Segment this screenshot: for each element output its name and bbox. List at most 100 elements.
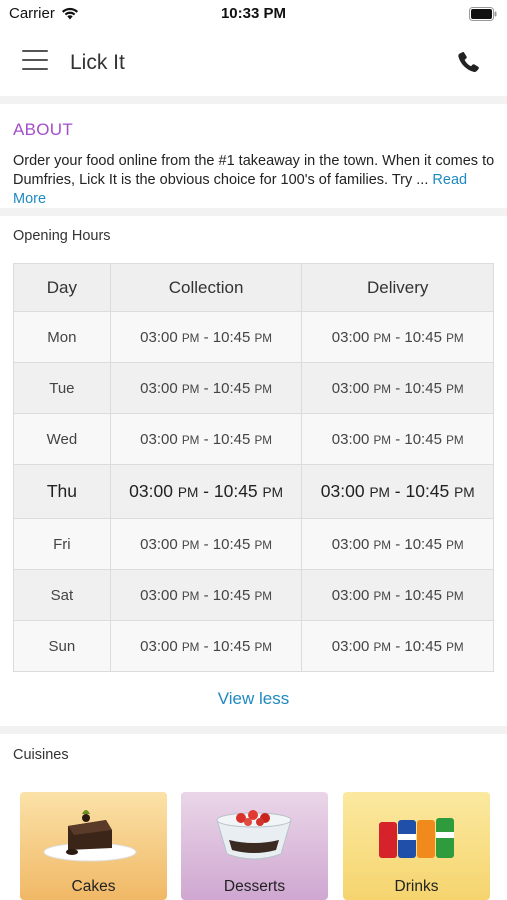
soda-cans-icon — [379, 818, 454, 858]
delivery-cell: 03:00 PM - 10:45 PM — [301, 518, 494, 570]
delivery-open-time: 03:00 — [331, 379, 370, 397]
collection-close-ampm: PM — [254, 382, 273, 396]
collection-close-ampm: PM — [254, 331, 273, 345]
day-cell: Wed — [13, 413, 111, 465]
menu-icon[interactable] — [22, 50, 48, 72]
delivery-open-ampm: PM — [373, 640, 392, 654]
collection-open-ampm: PM — [181, 589, 200, 603]
delivery-close-time: 10:45 — [404, 586, 442, 604]
delivery-close-time: 10:45 — [404, 535, 442, 553]
collection-close-time: 10:45 — [212, 535, 251, 553]
about-text: Order your food online from the #1 takea… — [13, 153, 495, 188]
about-heading: ABOUT — [13, 120, 74, 139]
collection-open-time: 03:00 — [140, 637, 178, 655]
day-cell: Thu — [13, 464, 111, 519]
app-title: Lick It — [70, 51, 125, 74]
delivery-open-time: 03:00 — [331, 637, 370, 655]
view-less-link[interactable]: View less — [0, 689, 507, 709]
collection-close-time: 10:45 — [212, 637, 251, 655]
opening-hours-heading: Opening Hours — [13, 228, 111, 244]
delivery-open-ampm: PM — [369, 485, 390, 500]
cake-icon — [43, 810, 137, 862]
collection-close-time: 10:45 — [213, 481, 258, 501]
collection-close-ampm: PM — [254, 640, 273, 654]
collection-close-time: 10:45 — [212, 586, 251, 604]
column-header-delivery: Delivery — [301, 263, 494, 312]
table-row: Sat 03:00 PM - 10:45 PM 03:00 PM - 10:45… — [13, 569, 494, 621]
collection-open-ampm: PM — [181, 433, 200, 447]
delivery-close-ampm: PM — [446, 589, 464, 603]
phone-icon[interactable] — [455, 50, 481, 76]
delivery-cell: 03:00 PM - 10:45 PM — [301, 413, 494, 465]
collection-open-time: 03:00 — [129, 481, 173, 501]
collection-close-ampm: PM — [254, 538, 273, 552]
cuisine-label: Cakes — [71, 878, 116, 895]
delivery-close-time: 10:45 — [404, 328, 442, 346]
collection-cell: 03:00 PM - 10:45 PM — [109, 569, 303, 621]
status-bar: Carrier 10:33 PM — [0, 0, 507, 28]
collection-open-time: 03:00 — [140, 535, 178, 553]
delivery-cell: 03:00 PM - 10:45 PM — [301, 464, 494, 519]
collection-cell: 03:00 PM - 10:45 PM — [109, 413, 303, 465]
delivery-open-ampm: PM — [373, 538, 392, 552]
delivery-open-ampm: PM — [373, 331, 392, 345]
day-cell: Sun — [13, 620, 111, 672]
delivery-open-time: 03:00 — [331, 535, 370, 553]
cuisine-tile-cakes[interactable]: Cakes — [20, 792, 167, 900]
delivery-open-ampm: PM — [373, 589, 392, 603]
cuisine-label: Drinks — [394, 878, 439, 895]
collection-cell: 03:00 PM - 10:45 PM — [109, 311, 303, 363]
app-header: Lick It — [0, 28, 507, 96]
collection-open-ampm: PM — [181, 538, 200, 552]
delivery-close-ampm: PM — [446, 433, 464, 447]
day-cell: Mon — [13, 311, 111, 363]
delivery-open-time: 03:00 — [320, 481, 365, 501]
collection-close-ampm: PM — [254, 589, 273, 603]
cuisine-tile-drinks[interactable]: Drinks — [343, 792, 490, 900]
delivery-open-ampm: PM — [373, 382, 392, 396]
collection-close-time: 10:45 — [212, 328, 251, 346]
collection-open-time: 03:00 — [140, 379, 178, 397]
day-cell: Fri — [13, 518, 111, 570]
delivery-cell: 03:00 PM - 10:45 PM — [301, 362, 494, 414]
collection-open-ampm: PM — [181, 331, 200, 345]
delivery-open-ampm: PM — [373, 433, 392, 447]
column-header-day: Day — [13, 263, 111, 312]
about-section: ABOUT Order your food online from the #1… — [0, 104, 507, 208]
dessert-bowl-icon — [216, 810, 292, 860]
status-time: 10:33 PM — [220, 5, 287, 22]
collection-open-time: 03:00 — [140, 586, 178, 604]
day-cell: Sat — [13, 569, 111, 621]
table-row: Fri 03:00 PM - 10:45 PM 03:00 PM - 10:45… — [13, 518, 494, 570]
delivery-close-ampm: PM — [446, 331, 464, 345]
delivery-open-time: 03:00 — [331, 430, 370, 448]
table-row: Tue 03:00 PM - 10:45 PM 03:00 PM - 10:45… — [13, 362, 494, 414]
delivery-cell: 03:00 PM - 10:45 PM — [301, 311, 494, 363]
cuisines-section: Cuisines Cakes Desserts Drinks — [0, 734, 507, 900]
cuisine-tile-desserts[interactable]: Desserts — [181, 792, 328, 900]
collection-close-ampm: PM — [262, 485, 284, 500]
collection-cell: 03:00 PM - 10:45 PM — [109, 518, 303, 570]
table-row: Mon 03:00 PM - 10:45 PM 03:00 PM - 10:45… — [13, 311, 494, 363]
collection-close-time: 10:45 — [212, 379, 251, 397]
table-row: Wed 03:00 PM - 10:45 PM 03:00 PM - 10:45… — [13, 413, 494, 465]
collection-open-ampm: PM — [181, 640, 200, 654]
day-cell: Tue — [13, 362, 111, 414]
collection-close-time: 10:45 — [212, 430, 251, 448]
collection-cell: 03:00 PM - 10:45 PM — [109, 464, 303, 519]
table-header-row: Day Collection Delivery — [13, 263, 494, 312]
collection-open-ampm: PM — [177, 485, 199, 500]
collection-open-ampm: PM — [181, 382, 200, 396]
delivery-cell: 03:00 PM - 10:45 PM — [301, 620, 494, 672]
collection-cell: 03:00 PM - 10:45 PM — [109, 620, 303, 672]
opening-hours-section: Opening Hours Day Collection Delivery Mo… — [0, 216, 507, 726]
collection-open-time: 03:00 — [140, 430, 178, 448]
table-row: Sun 03:00 PM - 10:45 PM 03:00 PM - 10:45… — [13, 620, 494, 672]
battery-icon — [469, 7, 497, 21]
delivery-close-time: 10:45 — [405, 481, 450, 501]
delivery-cell: 03:00 PM - 10:45 PM — [301, 569, 494, 621]
collection-open-time: 03:00 — [140, 328, 178, 346]
delivery-close-time: 10:45 — [404, 379, 442, 397]
cuisines-heading: Cuisines — [13, 747, 69, 763]
delivery-close-ampm: PM — [454, 485, 475, 500]
